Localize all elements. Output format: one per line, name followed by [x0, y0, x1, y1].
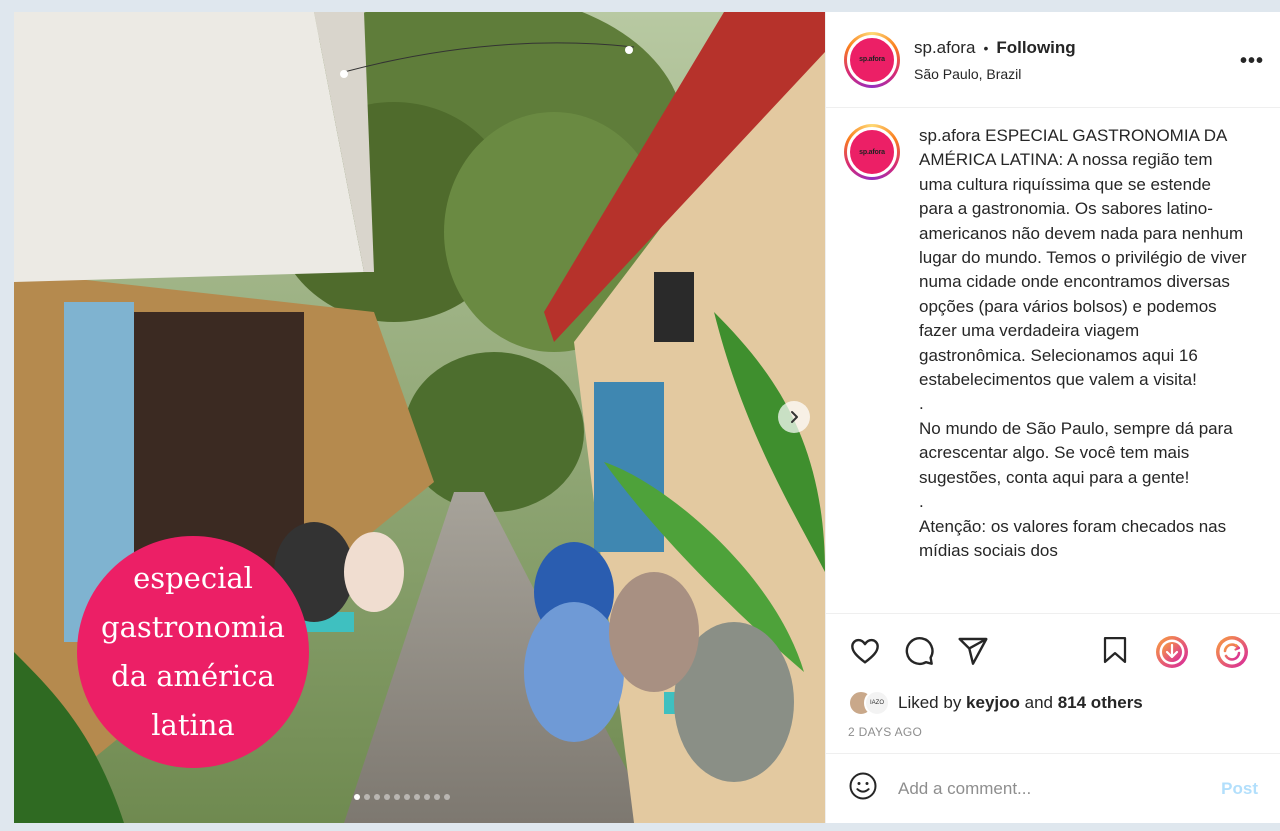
liker-avatar-text: IAZO: [869, 700, 884, 706]
emoji-button[interactable]: [848, 771, 878, 806]
emoji-icon: [849, 772, 877, 800]
overlay-line: da américa: [111, 659, 275, 693]
carousel-dot-active: [354, 794, 360, 800]
carousel-indicator: [354, 794, 450, 800]
chevron-right-icon: [791, 411, 798, 423]
more-options-icon[interactable]: •••: [1240, 50, 1264, 73]
share-icon: [958, 637, 988, 665]
likes-summary: IAZO Liked by keyjoo and 814 others: [826, 687, 1280, 719]
carousel-dot: [414, 794, 420, 800]
post-sidebar: sp.afora sp.afora • Following São Paulo,…: [825, 12, 1280, 823]
download-icon: [1156, 636, 1188, 668]
separator-dot: •: [983, 39, 989, 56]
caption-username[interactable]: sp.afora: [919, 126, 980, 145]
overlay-line: latina: [151, 708, 235, 742]
carousel-dot: [434, 794, 440, 800]
overlay-line: gastronomia: [101, 610, 285, 644]
likes-middle: and: [1019, 693, 1058, 712]
caption-text: ESPECIAL GASTRONOMIA DA AMÉRICA LATINA: …: [919, 126, 1247, 560]
avatar-logo-text: sp.afora: [859, 56, 885, 63]
post-media[interactable]: especial gastronomia da américa latina: [14, 12, 825, 823]
comment-icon: [905, 636, 934, 665]
post-timestamp[interactable]: 2 DAYS AGO: [826, 719, 1280, 753]
carousel-dot: [384, 794, 390, 800]
caption-area: sp.afora sp.afora ESPECIAL GASTRONOMIA D…: [826, 108, 1280, 613]
overlay-title-badge: especial gastronomia da américa latina: [77, 536, 309, 768]
comment-bar: Post: [826, 753, 1280, 823]
username-link[interactable]: sp.afora: [914, 38, 975, 58]
carousel-dot: [364, 794, 370, 800]
save-button[interactable]: [1100, 634, 1130, 666]
like-button[interactable]: [848, 634, 882, 668]
carousel-dot: [424, 794, 430, 800]
carousel-dot: [394, 794, 400, 800]
caption-avatar[interactable]: sp.afora: [844, 124, 900, 180]
carousel-dot: [404, 794, 410, 800]
likes-prefix: Liked by: [898, 693, 967, 712]
bookmark-icon: [1103, 637, 1127, 663]
avatar-logo-text: sp.afora: [859, 148, 885, 156]
extension-repost-button[interactable]: [1214, 634, 1250, 670]
post-header: sp.afora sp.afora • Following São Paulo,…: [826, 12, 1280, 108]
share-button[interactable]: [956, 634, 990, 668]
location-link[interactable]: São Paulo, Brazil: [914, 66, 1076, 82]
liker-avatar[interactable]: IAZO: [864, 690, 890, 716]
comment-button[interactable]: [902, 634, 936, 668]
comment-input[interactable]: [898, 778, 1222, 799]
repost-icon: [1216, 636, 1248, 668]
likes-others-link[interactable]: 814 others: [1058, 693, 1143, 712]
action-bar: [826, 613, 1280, 687]
caption: sp.afora ESPECIAL GASTRONOMIA DA AMÉRICA…: [919, 124, 1249, 613]
carousel-dot: [374, 794, 380, 800]
overlay-line: especial: [133, 561, 253, 595]
heart-icon: [851, 638, 879, 664]
avatar[interactable]: sp.afora: [844, 31, 900, 88]
instagram-post: especial gastronomia da américa latina s…: [14, 12, 1280, 823]
following-button[interactable]: Following: [996, 38, 1075, 58]
liker-username-link[interactable]: keyjoo: [966, 693, 1020, 712]
extension-download-button[interactable]: [1154, 634, 1190, 670]
carousel-dot: [444, 794, 450, 800]
carousel-next-button[interactable]: [778, 401, 810, 433]
post-comment-button[interactable]: Post: [1221, 779, 1258, 799]
